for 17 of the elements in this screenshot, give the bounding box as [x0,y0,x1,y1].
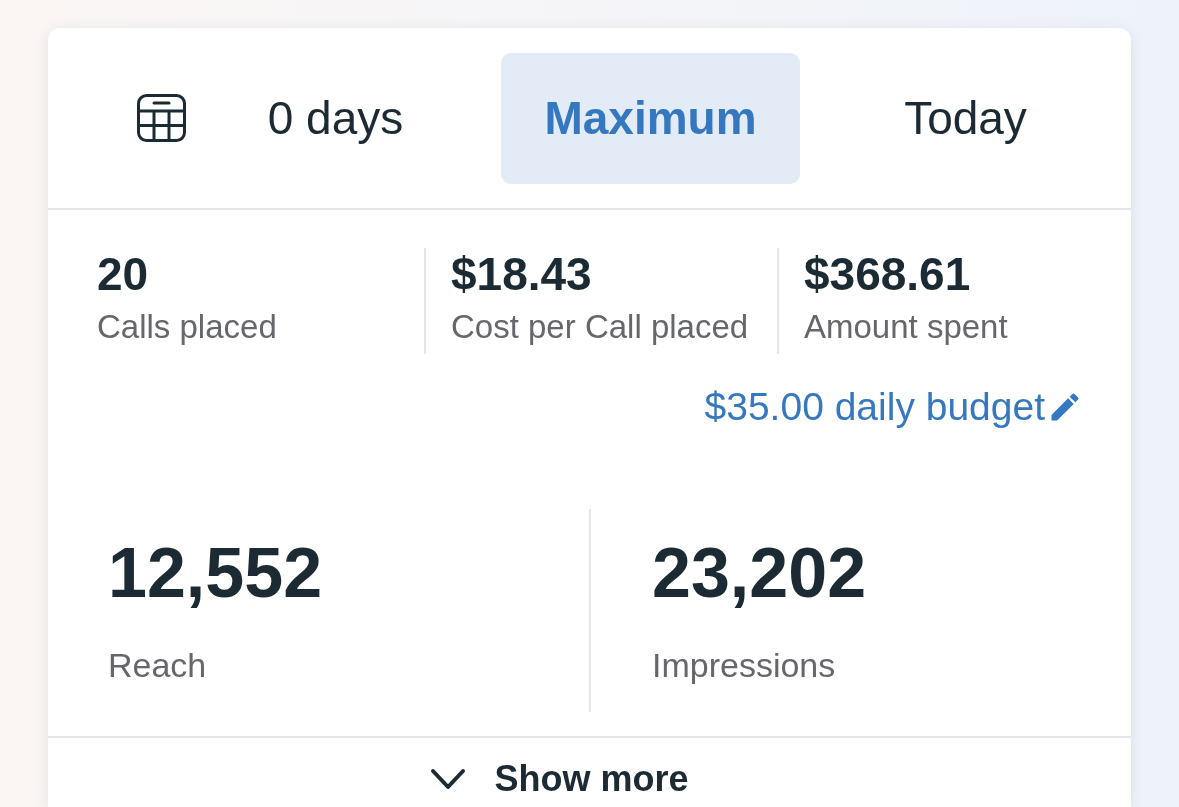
metric-label: Amount spent [804,307,1008,347]
metric-value: 23,202 [652,533,867,613]
calendar-icon[interactable] [137,94,186,142]
date-range-tab[interactable]: Today [816,52,1115,184]
metric-label: Calls placed [97,307,277,347]
metric-label: Reach [108,645,207,686]
show-more-button[interactable]: Show more [430,758,689,800]
metric-value: $18.43 [451,248,592,300]
metric-value: 20 [97,248,149,300]
metric-value: 12,552 [108,533,323,613]
chevron-down-icon [430,768,467,790]
date-range-tab[interactable]: 0 days [186,52,485,184]
metric-label: Impressions [652,645,836,686]
metric-value: $368.61 [804,248,971,300]
date-range-tab[interactable]: Maximum [501,52,800,184]
daily-budget-link[interactable]: $35.00 daily budget [704,384,1083,430]
metric-label: Cost per Call placed [451,307,749,347]
